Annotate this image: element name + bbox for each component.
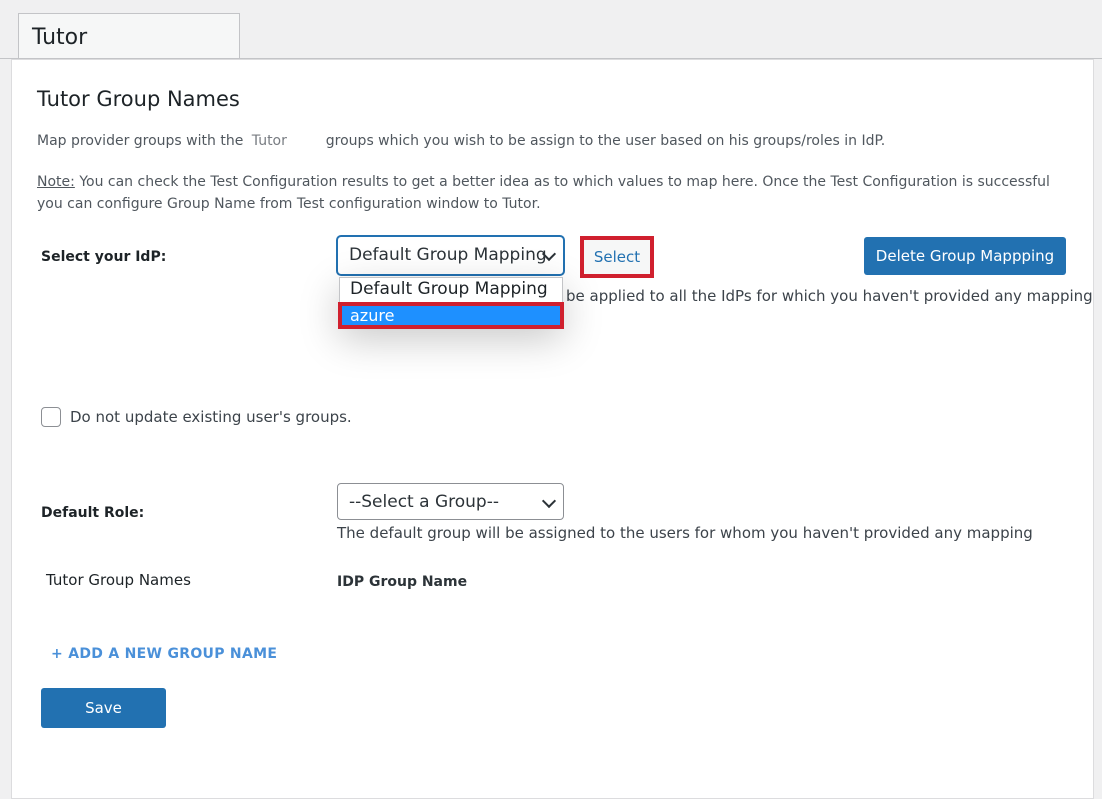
idp-dropdown-list: Default Group Mapping azure — [338, 277, 564, 329]
idp-option-default[interactable]: Default Group Mapping — [350, 279, 548, 299]
default-role-hint: The default group will be assigned to th… — [337, 524, 1033, 542]
description-part1: Map provider groups with the — [37, 133, 244, 149]
main-panel — [11, 59, 1094, 799]
column-header-idp-group-name: IDP Group Name — [337, 574, 468, 590]
column-header-tutor-group-names: Tutor Group Names — [46, 571, 191, 589]
idp-label: Select your IdP: — [41, 249, 167, 265]
delete-group-mapping-button[interactable]: Delete Group Mappping — [864, 237, 1066, 275]
page-title: Tutor Group Names — [37, 87, 240, 111]
idp-hint: be applied to all the IdPs for which you… — [566, 287, 1093, 305]
default-role-select-value: --Select a Group-- — [349, 492, 499, 512]
idp-select[interactable]: Default Group Mapping — [337, 236, 564, 275]
default-role-label: Default Role: — [41, 505, 145, 521]
idp-select-value: Default Group Mapping — [349, 245, 547, 265]
select-button[interactable]: Select — [580, 236, 654, 278]
default-role-select[interactable]: --Select a Group-- — [337, 483, 564, 520]
description: Map provider groups with the Tutor group… — [37, 133, 885, 149]
save-button[interactable]: Save — [41, 688, 166, 728]
note: Note: You can check the Test Configurati… — [37, 171, 1067, 215]
tab-bar: Tutor Configuration — [0, 0, 1102, 98]
note-label: Note: — [37, 174, 75, 190]
tab-tutor-configuration[interactable]: Tutor Configuration — [18, 13, 240, 98]
description-app-name: Tutor — [251, 133, 287, 149]
description-part2: groups which you wish to be assign to th… — [325, 133, 886, 149]
add-new-group-name-link[interactable]: + ADD A NEW GROUP NAME — [51, 646, 277, 662]
chevron-down-icon — [541, 493, 557, 509]
no-update-groups-checkbox[interactable] — [41, 407, 61, 427]
no-update-groups-label: Do not update existing user's groups. — [70, 408, 352, 426]
note-text: You can check the Test Configuration res… — [37, 174, 1050, 212]
idp-option-azure[interactable]: azure — [338, 302, 564, 329]
